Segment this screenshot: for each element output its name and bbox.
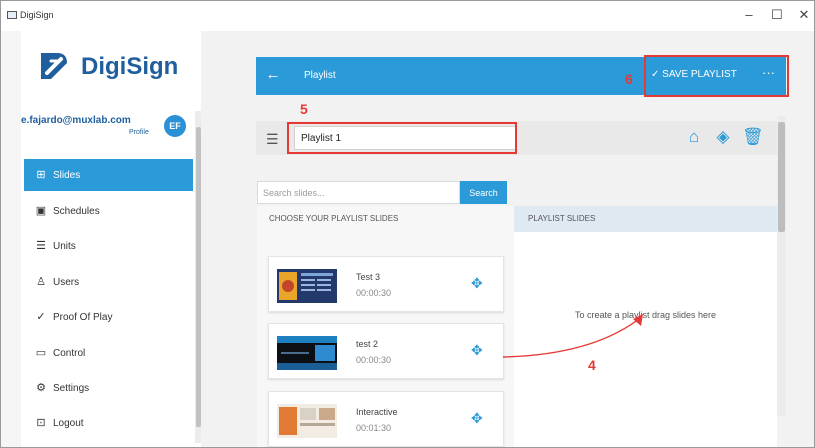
title-bar: DigiSign – ☐ ✕ xyxy=(1,1,814,31)
annotation-number-5: 5 xyxy=(300,101,308,117)
logo-text: DigiSign xyxy=(81,53,179,80)
avatar[interactable]: EF xyxy=(164,115,186,137)
slide-duration: 00:01:30 xyxy=(356,423,392,433)
move-icon[interactable]: ✥ xyxy=(471,410,483,427)
main-area: ← Playlist ✓ SAVE PLAYLIST ··· 6 ☰ ⌂ ◈ 🗑… xyxy=(201,31,814,447)
sidebar-item-label: Slides xyxy=(53,170,81,181)
calendar-icon: ▣ xyxy=(35,205,47,217)
search-bar: Search xyxy=(257,181,507,204)
logout-icon: ⊡ xyxy=(36,417,46,429)
slide-card[interactable]: test 2 00:00:30 ✥ xyxy=(268,323,504,379)
sidebar-item-schedules[interactable]: ▣ Schedules xyxy=(24,195,193,227)
sidebar: DigiSign e.fajardo@muxlab.com Profile EF… xyxy=(21,31,202,447)
user-icon: ♙ xyxy=(36,276,46,288)
sidebar-item-label: Units xyxy=(53,241,76,252)
grid-icon: ⊞ xyxy=(36,169,46,181)
page-title: Playlist xyxy=(304,70,336,81)
annotation-box-6 xyxy=(644,55,789,97)
server-icon: ☰ xyxy=(36,240,46,252)
profile-link[interactable]: Profile xyxy=(129,129,149,136)
digisign-logo-icon xyxy=(41,53,67,79)
slide-name: test 2 xyxy=(356,339,379,349)
drag-handle-icon[interactable]: ☰ xyxy=(266,131,279,148)
layers-icon[interactable]: ◈ xyxy=(713,127,733,147)
slide-thumbnail xyxy=(277,336,337,370)
sidebar-item-label: Schedules xyxy=(53,206,100,217)
sidebar-item-label: Settings xyxy=(53,383,90,394)
slide-card[interactable]: Interactive 00:01:30 ✥ xyxy=(268,391,504,447)
search-input[interactable] xyxy=(257,181,460,204)
move-icon[interactable]: ✥ xyxy=(471,342,483,359)
search-button[interactable]: Search xyxy=(460,181,507,204)
sidebar-item-control[interactable]: ▭ Control xyxy=(24,337,193,369)
user-email: e.fajardo@muxlab.com xyxy=(21,115,131,126)
slide-name: Interactive xyxy=(356,407,398,417)
annotation-number-6: 6 xyxy=(625,71,633,87)
slide-thumbnail xyxy=(277,404,337,438)
sidebar-item-settings[interactable]: ⚙ Settings xyxy=(24,372,193,404)
sidebar-item-users[interactable]: ♙ Users xyxy=(24,266,193,298)
content-scrollbar[interactable] xyxy=(777,116,786,416)
annotation-box-5 xyxy=(287,122,517,154)
slide-duration: 00:00:30 xyxy=(356,288,392,298)
slide-name: Test 3 xyxy=(356,272,381,282)
playlist-slides-header: PLAYLIST SLIDES xyxy=(514,206,777,232)
app-window: DigiSign – ☐ ✕ DigiSign e.fajardo@muxlab… xyxy=(0,0,815,448)
back-arrow-icon[interactable]: ← xyxy=(264,66,282,83)
slide-duration: 00:00:30 xyxy=(356,355,392,365)
sidebar-item-units[interactable]: ☰ Units xyxy=(24,230,193,262)
minimize-button[interactable]: – xyxy=(739,7,759,22)
annotation-number-4: 4 xyxy=(588,357,596,373)
sidebar-item-label: Users xyxy=(53,277,80,288)
sidebar-item-label: Logout xyxy=(53,418,84,429)
monitor-icon: ▭ xyxy=(35,347,47,359)
app-icon xyxy=(7,11,17,19)
gear-icon: ⚙ xyxy=(36,382,46,394)
available-slides-header: CHOOSE YOUR PLAYLIST SLIDES xyxy=(257,206,514,232)
annotation-arrow xyxy=(502,314,643,358)
trash-icon[interactable]: 🗑 xyxy=(742,127,764,147)
sidebar-item-logout[interactable]: ⊡ Logout xyxy=(24,407,193,439)
sidebar-item-slides[interactable]: ⊞ Slides xyxy=(24,159,193,191)
slide-card[interactable]: Test 3 00:00:30 ✥ xyxy=(268,256,504,312)
sidebar-item-label: Control xyxy=(53,348,86,359)
tag-icon[interactable]: ⌂ xyxy=(684,127,704,147)
window-title: DigiSign xyxy=(20,10,54,20)
sidebar-item-label: Proof Of Play xyxy=(53,312,113,323)
check-icon: ✓ xyxy=(36,311,46,323)
move-icon[interactable]: ✥ xyxy=(471,275,483,292)
sidebar-item-proof-of-play[interactable]: ✓ Proof Of Play xyxy=(24,301,193,333)
close-button[interactable]: ✕ xyxy=(794,7,814,23)
maximize-button[interactable]: ☐ xyxy=(767,7,787,23)
slide-thumbnail xyxy=(277,269,337,303)
